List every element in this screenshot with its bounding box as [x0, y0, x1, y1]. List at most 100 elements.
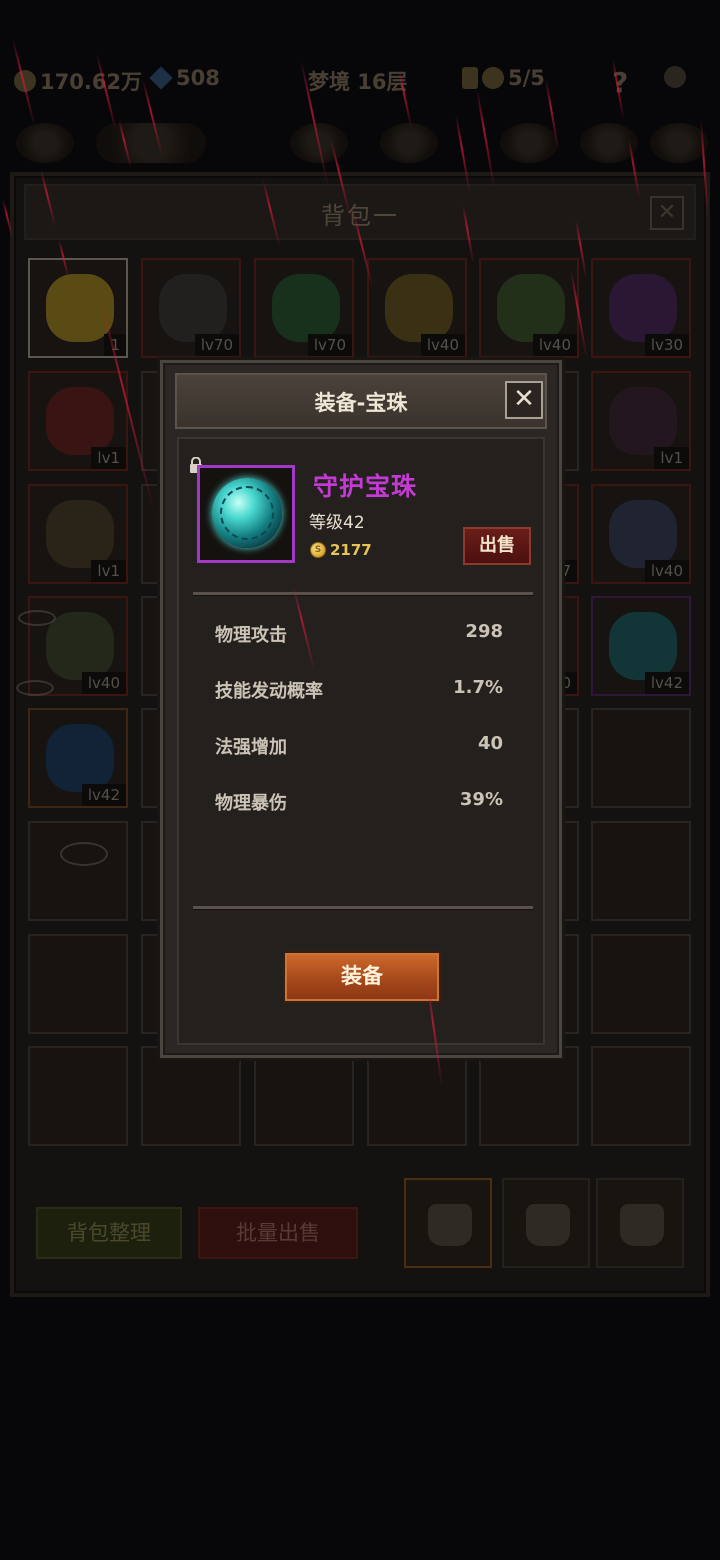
stat-value: 1.7% — [453, 677, 503, 698]
stat-label: 物理暴伤 — [215, 793, 287, 814]
item-level-badge: lv70 — [194, 334, 239, 356]
inventory-close-icon[interactable]: ✕ — [650, 196, 684, 230]
inventory-slot[interactable] — [28, 934, 128, 1034]
stat-row: 物理暴伤 39% — [215, 789, 503, 819]
item-level-badge: lv40 — [644, 560, 689, 582]
key-amount: 5/5 — [508, 66, 545, 90]
item-icon — [46, 724, 114, 792]
bag-tab-1[interactable] — [404, 1178, 492, 1268]
inventory-slot[interactable]: lv70 — [141, 258, 241, 358]
inventory-slot[interactable]: lv40 — [367, 258, 467, 358]
bulk-sell-button[interactable]: 批量出售 — [198, 1207, 358, 1259]
stat-row: 法强增加 40 — [215, 733, 503, 763]
item-level-badge: lv1 — [654, 447, 689, 469]
decoration — [18, 610, 56, 626]
stage-label[interactable]: 梦境 16层 — [308, 66, 408, 96]
item-icon — [609, 274, 677, 342]
sort-bag-button[interactable]: 背包整理 — [36, 1207, 182, 1259]
item-icon — [46, 387, 114, 455]
inventory-slot[interactable]: lv70 — [254, 258, 354, 358]
stat-label: 技能发动概率 — [215, 681, 323, 702]
item-level-badge: lv40 — [81, 672, 126, 694]
item-icon — [609, 387, 677, 455]
inventory-slot[interactable] — [591, 1046, 691, 1146]
inventory-header: 背包一 ✕ — [24, 184, 696, 240]
equipment-detail-dialog: 装备-宝珠 ✕ 守护宝珠 等级42 S 2177 出售 物理攻击 298 技能发动概… — [160, 360, 562, 1058]
inventory-slot[interactable] — [479, 1046, 579, 1146]
item-level: 等级42 — [309, 513, 365, 533]
inventory-slot[interactable] — [141, 1046, 241, 1146]
item-icon — [497, 274, 565, 342]
item-level-badge: lv40 — [420, 334, 465, 356]
gold-counter: 170.62万 — [14, 66, 142, 96]
inventory-slot[interactable]: lv40 — [591, 484, 691, 584]
key-counter: 5/5 — [462, 66, 545, 90]
inventory-slot[interactable] — [591, 934, 691, 1034]
gem-amount: 508 — [176, 66, 220, 90]
inventory-slot[interactable]: lv42 — [591, 596, 691, 696]
inventory-slot[interactable]: lv1 — [591, 371, 691, 471]
stat-row: 技能发动概率 1.7% — [215, 677, 503, 707]
item-level-badge: lv1 — [91, 447, 126, 469]
backpack-icon — [620, 1204, 664, 1246]
bag-tab-2[interactable] — [502, 1178, 590, 1268]
item-icon — [385, 274, 453, 342]
guardian-orb-icon — [212, 478, 282, 548]
settings-button[interactable] — [664, 66, 686, 88]
item-icon — [609, 500, 677, 568]
gem-icon — [149, 66, 173, 90]
stat-value: 39% — [459, 789, 503, 810]
gold-amount: 170.62万 — [40, 70, 143, 94]
item-icon-frame — [197, 465, 295, 563]
skull-icon — [482, 67, 504, 89]
inventory-slot[interactable]: lv40 — [479, 258, 579, 358]
sell-button[interactable]: 出售 — [463, 527, 531, 565]
item-icon — [159, 274, 227, 342]
gem-counter: 508 — [149, 66, 220, 90]
item-level-badge: lv1 — [91, 560, 126, 582]
key-icon — [462, 67, 478, 89]
item-level-badge: lv30 — [644, 334, 689, 356]
bag-tab-3[interactable] — [596, 1178, 684, 1268]
stage-text: 梦境 16层 — [308, 70, 408, 94]
inventory-slot[interactable] — [591, 708, 691, 808]
stat-label: 物理攻击 — [215, 625, 287, 646]
item-price: S 2177 — [310, 541, 372, 559]
decoration — [16, 680, 54, 696]
stat-row: 物理攻击 298 — [215, 621, 503, 651]
item-icon — [46, 612, 114, 680]
inventory-slot[interactable]: lv30 — [591, 258, 691, 358]
stat-value: 40 — [477, 733, 503, 754]
stat-label: 法强增加 — [215, 737, 287, 758]
inventory-slot[interactable] — [367, 1046, 467, 1146]
stat-value: 298 — [465, 621, 503, 642]
inventory-slot[interactable]: lv1 — [28, 484, 128, 584]
decoration — [60, 842, 108, 866]
dialog-title: 装备-宝珠 — [314, 391, 408, 415]
divider — [193, 906, 533, 909]
hero-portrait[interactable] — [16, 123, 74, 163]
equip-button[interactable]: 装备 — [283, 951, 441, 1003]
item-icon — [46, 500, 114, 568]
inventory-slot[interactable] — [591, 821, 691, 921]
inventory-slot[interactable] — [28, 821, 128, 921]
close-icon[interactable]: ✕ — [505, 381, 543, 419]
hero-portrait[interactable] — [380, 123, 438, 163]
item-level-badge: lv42 — [644, 672, 689, 694]
item-icon — [609, 612, 677, 680]
inventory-slot[interactable]: lv42 — [28, 708, 128, 808]
item-level-badge: lv40 — [532, 334, 577, 356]
hero-portrait[interactable] — [650, 123, 708, 163]
dialog-header: 装备-宝珠 ✕ — [175, 373, 547, 429]
hero-portrait[interactable] — [500, 123, 558, 163]
backpack-icon — [428, 1204, 472, 1246]
inventory-slot[interactable] — [28, 1046, 128, 1146]
inventory-slot[interactable] — [254, 1046, 354, 1146]
divider — [193, 592, 533, 595]
hero-portrait[interactable] — [96, 123, 206, 163]
gear-icon — [664, 66, 686, 88]
inventory-slot[interactable]: lv1 — [28, 371, 128, 471]
item-name: 守护宝珠 — [313, 472, 418, 501]
gold-coin-icon: S — [310, 542, 326, 558]
item-level-badge: lv70 — [307, 334, 352, 356]
